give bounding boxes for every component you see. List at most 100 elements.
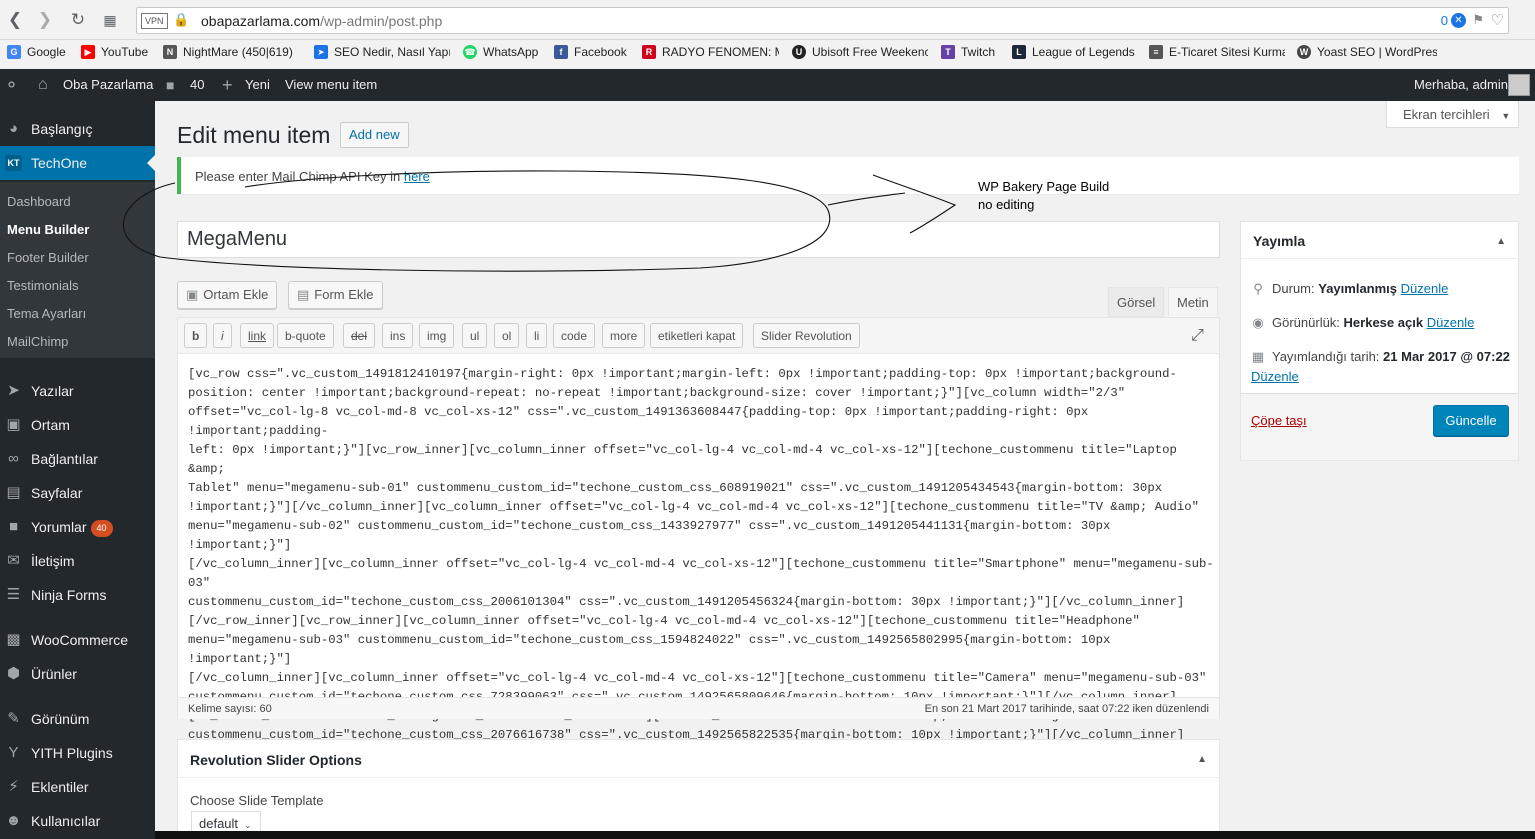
add-media-button[interactable]: ▣ Ortam Ekle: [177, 281, 278, 309]
address-bar[interactable]: VPN 🔒 obapazarlama.com/wp-admin/post.php…: [136, 7, 1509, 34]
sidebar-item-eklentiler[interactable]: ⚡ Eklentiler: [0, 770, 155, 804]
vpn-badge[interactable]: VPN: [141, 13, 168, 29]
wordpress-logo-icon[interactable]: ⚬: [4, 69, 19, 101]
bookmark-facebook[interactable]: f Facebook: [554, 45, 634, 59]
home-icon[interactable]: ⌂: [38, 69, 48, 101]
sidebar-item-woocommerce[interactable]: ▩ WooCommerce: [0, 623, 155, 657]
comment-bubble-icon[interactable]: ■: [166, 69, 174, 101]
sidebar-item-baglantilar[interactable]: ∞ Bağlantılar: [0, 442, 155, 476]
qt-link-button[interactable]: link: [240, 323, 275, 348]
forward-arrow-icon[interactable]: ❯: [35, 10, 55, 30]
sidebar-item-urunler[interactable]: ⬢ Ürünler: [0, 657, 155, 691]
sidebar-item-sayfalar[interactable]: ▤ Sayfalar: [0, 476, 155, 510]
add-media-label: Ortam Ekle: [203, 287, 269, 302]
fullscreen-expand-icon[interactable]: ⤢: [1191, 327, 1204, 345]
submenu-menu-builder[interactable]: Menu Builder: [7, 222, 89, 237]
screen-options-button[interactable]: Ekran tercihleri ▼: [1386, 101, 1519, 128]
sidebar-item-kullanicilar[interactable]: ☻ Kullanıcılar: [0, 804, 155, 838]
bookmark-nightmare[interactable]: N NightMare (450|619): [163, 45, 298, 59]
submenu-tema-ayarlari[interactable]: Tema Ayarları: [7, 306, 86, 321]
submenu-mailchimp[interactable]: MailChimp: [7, 334, 68, 349]
bookmark-ubisoft[interactable]: U Ubisoft Free Weekenc: [792, 45, 928, 59]
collapse-arrow-icon[interactable]: ▲: [1496, 236, 1506, 247]
form-icon: ▤: [297, 287, 310, 302]
site-name-link[interactable]: Oba Pazarlama: [63, 69, 153, 101]
edit-visibility-link[interactable]: Düzenle: [1427, 315, 1475, 330]
bookmark-yoast[interactable]: W Yoast SEO | WordPres: [1297, 45, 1437, 59]
sidebar-item-techone[interactable]: KT TechOne: [0, 146, 155, 180]
qt-code-button[interactable]: code: [553, 323, 596, 348]
submenu-footer-builder[interactable]: Footer Builder: [7, 250, 89, 265]
qt-close-tags-button[interactable]: etiketleri kapat: [650, 323, 744, 348]
close-icon[interactable]: ✕: [1451, 13, 1466, 28]
pages-icon: ▤: [6, 484, 21, 501]
admin-bar: ⚬ ⌂ Oba Pazarlama ■ 40 + Yeni View menu …: [0, 69, 1535, 101]
submenu-dashboard[interactable]: Dashboard: [7, 194, 71, 209]
appearance-icon: ✎: [7, 710, 20, 727]
add-new-button[interactable]: Add new: [340, 122, 409, 148]
new-content-link[interactable]: Yeni: [245, 69, 270, 101]
publish-status-row: ⚲ Durum: Yayımlanmış Düzenle: [1251, 281, 1448, 297]
bookmark-youtube[interactable]: ▶ YouTube: [81, 45, 156, 59]
sidebar-item-yorumlar[interactable]: ■ Yorumlar 40: [0, 510, 155, 544]
qt-del-button[interactable]: del: [343, 323, 376, 348]
qt-more-button[interactable]: more: [602, 323, 646, 348]
tab-text[interactable]: Metin: [1168, 287, 1218, 317]
qt-slider-revolution-button[interactable]: Slider Revolution: [753, 323, 860, 348]
submenu-testimonials[interactable]: Testimonials: [7, 278, 79, 293]
qt-ol-button[interactable]: ol: [494, 323, 520, 348]
lock-icon[interactable]: 🔒: [173, 12, 189, 28]
edit-status-link[interactable]: Düzenle: [1401, 281, 1449, 296]
bookmark-twitch[interactable]: T Twitch: [941, 45, 1001, 59]
sidebar-item-ninja-forms[interactable]: ☰ Ninja Forms: [0, 578, 155, 612]
bookmark-radyo[interactable]: R RADYO FENOMEN: M: [642, 45, 779, 59]
qt-ins-button[interactable]: ins: [382, 323, 414, 348]
qt-bold-button[interactable]: b: [184, 323, 208, 348]
bookmark-label: E-Ticaret Sitesi Kurma: [1169, 45, 1285, 59]
greeting[interactable]: Merhaba, admin: [1414, 69, 1508, 101]
bookmark-lol[interactable]: L League of Legends: [1012, 45, 1138, 59]
editor-textarea[interactable]: [vc_row css=".vc_custom_1491812410197{ma…: [188, 365, 1216, 783]
edit-date-link[interactable]: Düzenle: [1251, 369, 1299, 384]
bookmark-seo[interactable]: ➤ SEO Nedir, Nasıl Yapı: [314, 45, 450, 59]
reload-icon[interactable]: ↻: [68, 10, 88, 30]
sidebar-item-iletisim[interactable]: ✉ İletişim: [0, 544, 155, 578]
avatar[interactable]: [1508, 74, 1530, 96]
extension-count[interactable]: 0: [1441, 13, 1448, 28]
update-button[interactable]: Güncelle: [1433, 405, 1509, 436]
qt-ul-button[interactable]: ul: [462, 323, 488, 348]
slide-template-value: default: [199, 816, 239, 831]
sidebar-item-yazilar[interactable]: ➤ Yazılar: [0, 374, 155, 408]
view-menu-item-link[interactable]: View menu item: [285, 69, 377, 101]
move-to-trash-link[interactable]: Çöpe taşı: [1251, 413, 1307, 428]
bookmark-eticaret[interactable]: ≡ E-Ticaret Sitesi Kurma: [1149, 45, 1285, 59]
heart-icon[interactable]: ♡: [1491, 11, 1504, 29]
apps-icon[interactable]: ▦: [100, 10, 120, 30]
bookmark-label: NightMare (450|619): [183, 45, 293, 59]
sidebar-item-dashboard[interactable]: ◕ Başlangıç: [0, 112, 155, 146]
url-text[interactable]: obapazarlama.com/wp-admin/post.php: [201, 13, 442, 29]
notice-here-link[interactable]: here: [404, 169, 430, 184]
add-form-button[interactable]: ▤ Form Ekle: [288, 281, 383, 309]
sidebar-item-yith-plugins[interactable]: Y YITH Plugins: [0, 736, 155, 770]
flag-icon[interactable]: ⚑: [1472, 12, 1484, 28]
back-arrow-icon[interactable]: ❮: [5, 10, 25, 30]
qt-bquote-button[interactable]: b-quote: [277, 323, 334, 348]
eye-icon: ◉: [1252, 315, 1264, 330]
comments-count[interactable]: 40: [190, 69, 204, 101]
qt-li-button[interactable]: li: [526, 323, 548, 348]
qt-img-button[interactable]: img: [419, 323, 455, 348]
qt-italic-button[interactable]: i: [213, 323, 232, 348]
sidebar-item-gorunum[interactable]: ✎ Görünüm: [0, 702, 155, 736]
sidebar-item-ortam[interactable]: ▣ Ortam: [0, 408, 155, 442]
bookmark-whatsapp[interactable]: ☎ WhatsApp: [463, 45, 545, 59]
tab-visual[interactable]: Görsel: [1108, 287, 1165, 317]
collapse-arrow-icon[interactable]: ▲: [1197, 754, 1207, 765]
plus-icon[interactable]: +: [222, 69, 233, 101]
bookmark-google[interactable]: G Google: [7, 45, 75, 59]
admin-sidebar: ◕ Başlangıç KT TechOne Dashboard Menu Buil…: [0, 101, 155, 839]
sidebar-item-label: Kullanıcılar: [31, 813, 101, 829]
post-title-input[interactable]: MegaMenu: [177, 221, 1220, 258]
bookmark-label: Yoast SEO | WordPres: [1317, 45, 1437, 59]
sidebar-item-label: WooCommerce: [31, 632, 128, 648]
